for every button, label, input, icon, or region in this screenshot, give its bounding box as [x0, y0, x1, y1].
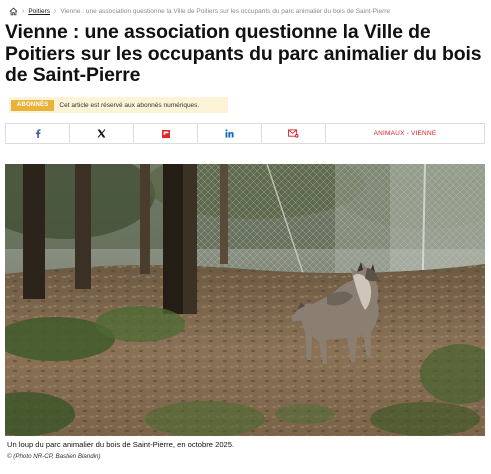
- premium-banner: ABONNÉS Cet article est réservé aux abon…: [9, 97, 228, 113]
- linkedin-icon: [225, 129, 234, 138]
- breadcrumb-separator: ›: [22, 7, 25, 15]
- subscriber-note: Cet article est réservé aux abonnés numé…: [59, 101, 200, 109]
- breadcrumb-current: Vienne : une association questionne la V…: [60, 7, 391, 15]
- flipboard-icon: [161, 129, 170, 138]
- share-flipboard-button[interactable]: [134, 124, 198, 143]
- breadcrumb-link-poitiers[interactable]: Poitiers: [28, 8, 50, 15]
- breadcrumb-separator: ›: [54, 7, 57, 15]
- article-photo: [5, 164, 485, 436]
- facebook-icon: [34, 129, 42, 138]
- photo-credit: © (Photo NR-CP, Bastien Blandin): [7, 453, 101, 460]
- share-facebook-button[interactable]: [6, 124, 70, 143]
- share-email-button[interactable]: [262, 124, 326, 143]
- email-icon: [288, 129, 299, 138]
- x-icon: [97, 129, 106, 138]
- share-linkedin-button[interactable]: [198, 124, 262, 143]
- article-title: Vienne : une association questionne la V…: [5, 21, 482, 86]
- subscriber-badge: ABONNÉS: [11, 99, 55, 111]
- home-icon[interactable]: [9, 7, 18, 16]
- photo-caption: Un loup du parc animalier du bois de Sai…: [7, 440, 235, 449]
- breadcrumb: › Poitiers › Vienne : une association qu…: [9, 5, 390, 17]
- article-tag-link[interactable]: ANIMAUX - VIENNE: [326, 124, 484, 143]
- share-x-button[interactable]: [70, 124, 134, 143]
- share-bar: ANIMAUX - VIENNE: [5, 123, 485, 144]
